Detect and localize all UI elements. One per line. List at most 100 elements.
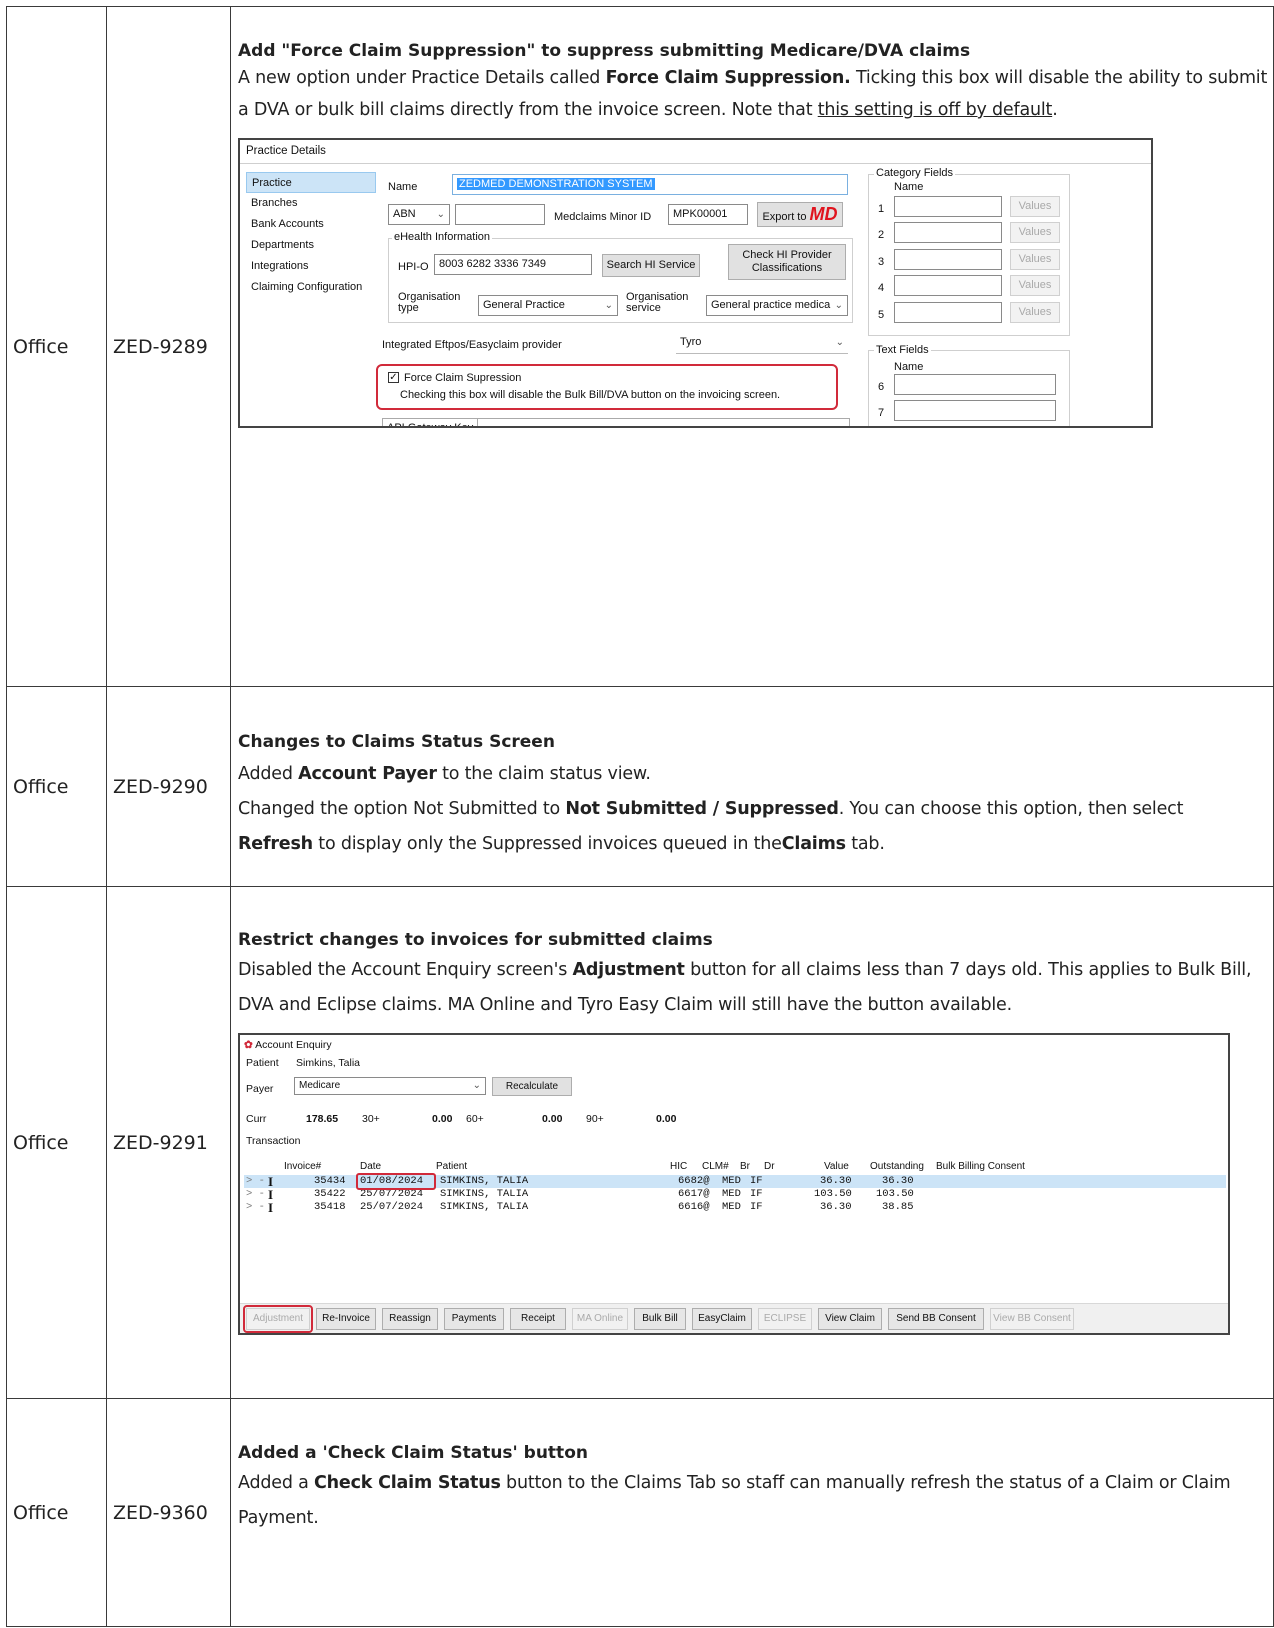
bulk-bill-button[interactable]: Bulk Bill <box>634 1308 686 1330</box>
nav-item-practice[interactable]: Practice <box>246 172 376 193</box>
category-num: 5 <box>878 309 885 321</box>
values-button[interactable]: Values <box>1010 302 1060 323</box>
aging-60-label: 60+ <box>466 1113 484 1125</box>
eclipse-button[interactable]: ECLIPSE <box>758 1308 812 1330</box>
curr-value: 178.65 <box>306 1113 339 1125</box>
patient-label: Patient <box>246 1057 279 1069</box>
values-button[interactable]: Values <box>1010 275 1060 296</box>
ticket-text: ZED-9291 <box>113 1131 208 1154</box>
col-date[interactable]: Date <box>360 1160 381 1173</box>
ma-online-button[interactable]: MA Online <box>572 1308 628 1330</box>
ticket-cell: ZED-9290 <box>106 686 231 887</box>
view-bb-consent-button[interactable]: View BB Consent <box>990 1308 1074 1330</box>
org-type-select[interactable]: General Practice ⌄ <box>478 295 618 316</box>
text-field-input[interactable] <box>894 374 1056 395</box>
app-logo-icon: ✿ <box>244 1039 253 1051</box>
reassign-button[interactable]: Reassign <box>382 1308 438 1330</box>
chevron-down-icon: ⌄ <box>472 1080 481 1091</box>
nav-item-branches[interactable]: Branches <box>246 193 376 214</box>
hpio-input[interactable]: 8003 6282 3336 7349 <box>434 254 592 275</box>
check-hi-provider-button[interactable]: Check HI Provider Classifications <box>728 244 846 280</box>
values-button[interactable]: Values <box>1010 222 1060 243</box>
col-value[interactable]: Value <box>824 1160 849 1173</box>
category-field-input[interactable] <box>894 275 1002 296</box>
col-invoice[interactable]: Invoice# <box>284 1160 321 1173</box>
row-title: Added a 'Check Claim Status' button <box>238 1443 588 1463</box>
receipt-button[interactable]: Receipt <box>510 1308 566 1330</box>
row-description-line2: Changed the option Not Submitted to Not … <box>238 799 1184 819</box>
recalculate-button[interactable]: Recalculate <box>492 1077 572 1096</box>
payer-select[interactable]: Medicare ⌄ <box>294 1077 486 1095</box>
col-bulk-billing-consent[interactable]: Bulk Billing Consent <box>936 1160 1025 1173</box>
export-button[interactable]: Export to MD <box>757 202 843 227</box>
col-patient[interactable]: Patient <box>436 1160 467 1173</box>
aging-60-value: 0.00 <box>542 1113 563 1125</box>
view-claim-button[interactable]: View Claim <box>818 1308 882 1330</box>
col-outstanding[interactable]: Outstanding <box>870 1160 924 1173</box>
md-logo-icon: MD <box>809 204 838 224</box>
text-field-input[interactable] <box>894 400 1056 421</box>
col-clm[interactable]: CLM# <box>702 1160 729 1173</box>
date-highlight-box <box>356 1173 436 1190</box>
eftpos-select[interactable]: Tyro ⌄ <box>676 333 848 354</box>
description-cell: Add "Force Claim Suppression" to suppres… <box>230 6 1274 687</box>
category-field-input[interactable] <box>894 249 1002 270</box>
col-dr[interactable]: Dr <box>764 1160 775 1173</box>
api-gateway-field[interactable]: API Gateway Key <box>382 418 850 426</box>
category-name-header: Name <box>894 181 924 193</box>
nav-item-departments[interactable]: Departments <box>246 235 376 256</box>
nav-item-bank-accounts[interactable]: Bank Accounts <box>246 214 376 235</box>
aging-90-value: 0.00 <box>656 1113 677 1125</box>
values-button[interactable]: Values <box>1010 196 1060 217</box>
search-hi-button[interactable]: Search HI Service <box>602 254 700 277</box>
table-row: Office ZED-9289 Add "Force Claim Suppres… <box>6 6 1274 687</box>
send-bb-consent-button[interactable]: Send BB Consent <box>888 1308 984 1330</box>
category-fields-label: Category Fields <box>874 166 956 180</box>
org-service-select[interactable]: General practice medica ⌄ <box>706 295 848 316</box>
values-button[interactable]: Values <box>1010 249 1060 270</box>
chevron-down-icon: ⌄ <box>834 300 843 311</box>
abn-select[interactable]: ABN ⌄ <box>388 204 450 225</box>
force-claim-label: Force Claim Supression <box>404 372 522 384</box>
area-cell: Office <box>6 1398 107 1627</box>
re-invoice-button[interactable]: Re-Invoice <box>316 1308 376 1330</box>
table-row: Office ZED-9360 Added a 'Check Claim Sta… <box>6 1398 1274 1627</box>
practice-nav: Practice Branches Bank Accounts Departme… <box>246 172 376 298</box>
nav-item-integrations[interactable]: Integrations <box>246 256 376 277</box>
payments-button[interactable]: Payments <box>444 1308 504 1330</box>
button-bar: Adjustment Re-Invoice Reassign Payments … <box>240 1303 1228 1333</box>
ticket-cell: ZED-9289 <box>106 6 231 687</box>
description-cell: Restrict changes to invoices for submitt… <box>230 886 1274 1399</box>
ehealth-label: eHealth Information <box>392 230 492 244</box>
ticket-cell: ZED-9291 <box>106 886 231 1399</box>
nav-item-claiming-configuration[interactable]: Claiming Configuration <box>246 277 376 298</box>
category-field-input[interactable] <box>894 302 1002 323</box>
practice-name-input[interactable]: ZEDMED DEMONSTRATION SYSTEM <box>452 174 848 195</box>
minor-id-input[interactable]: MPK00001 <box>668 204 748 225</box>
row-title: Restrict changes to invoices for submitt… <box>238 930 713 950</box>
col-hic[interactable]: HIC <box>670 1160 687 1173</box>
window-title-bar: ✿ Account Enquiry <box>244 1039 332 1052</box>
row-description-line1: Added Account Payer to the claim status … <box>238 764 651 784</box>
chevron-down-icon: ⌄ <box>604 300 613 311</box>
col-br[interactable]: Br <box>740 1160 750 1173</box>
category-num: 3 <box>878 256 885 268</box>
area-cell: Office <box>6 886 107 1399</box>
abn-input[interactable] <box>455 204 545 225</box>
area-cell: Office <box>6 6 107 687</box>
row-title: Changes to Claims Status Screen <box>238 732 555 752</box>
table-row[interactable]: > - I 35418 25/07/2024 SIMKINS, TALIA 66… <box>244 1201 1226 1214</box>
chevron-down-icon: ⌄ <box>436 209 445 220</box>
release-notes-table: Office ZED-9289 Add "Force Claim Suppres… <box>6 6 1274 1627</box>
ticket-text: ZED-9289 <box>113 335 208 358</box>
category-num: 2 <box>878 229 885 241</box>
category-field-input[interactable] <box>894 196 1002 217</box>
category-num: 1 <box>878 203 885 215</box>
row-description-line3: Refresh to display only the Suppressed i… <box>238 834 885 854</box>
text-name-header: Name <box>894 361 924 373</box>
patient-value: Simkins, Talia <box>296 1057 360 1069</box>
ticket-cell: ZED-9360 <box>106 1398 231 1627</box>
category-field-input[interactable] <box>894 222 1002 243</box>
easyclaim-button[interactable]: EasyClaim <box>692 1308 752 1330</box>
force-claim-checkbox[interactable]: ✓ <box>388 372 399 383</box>
